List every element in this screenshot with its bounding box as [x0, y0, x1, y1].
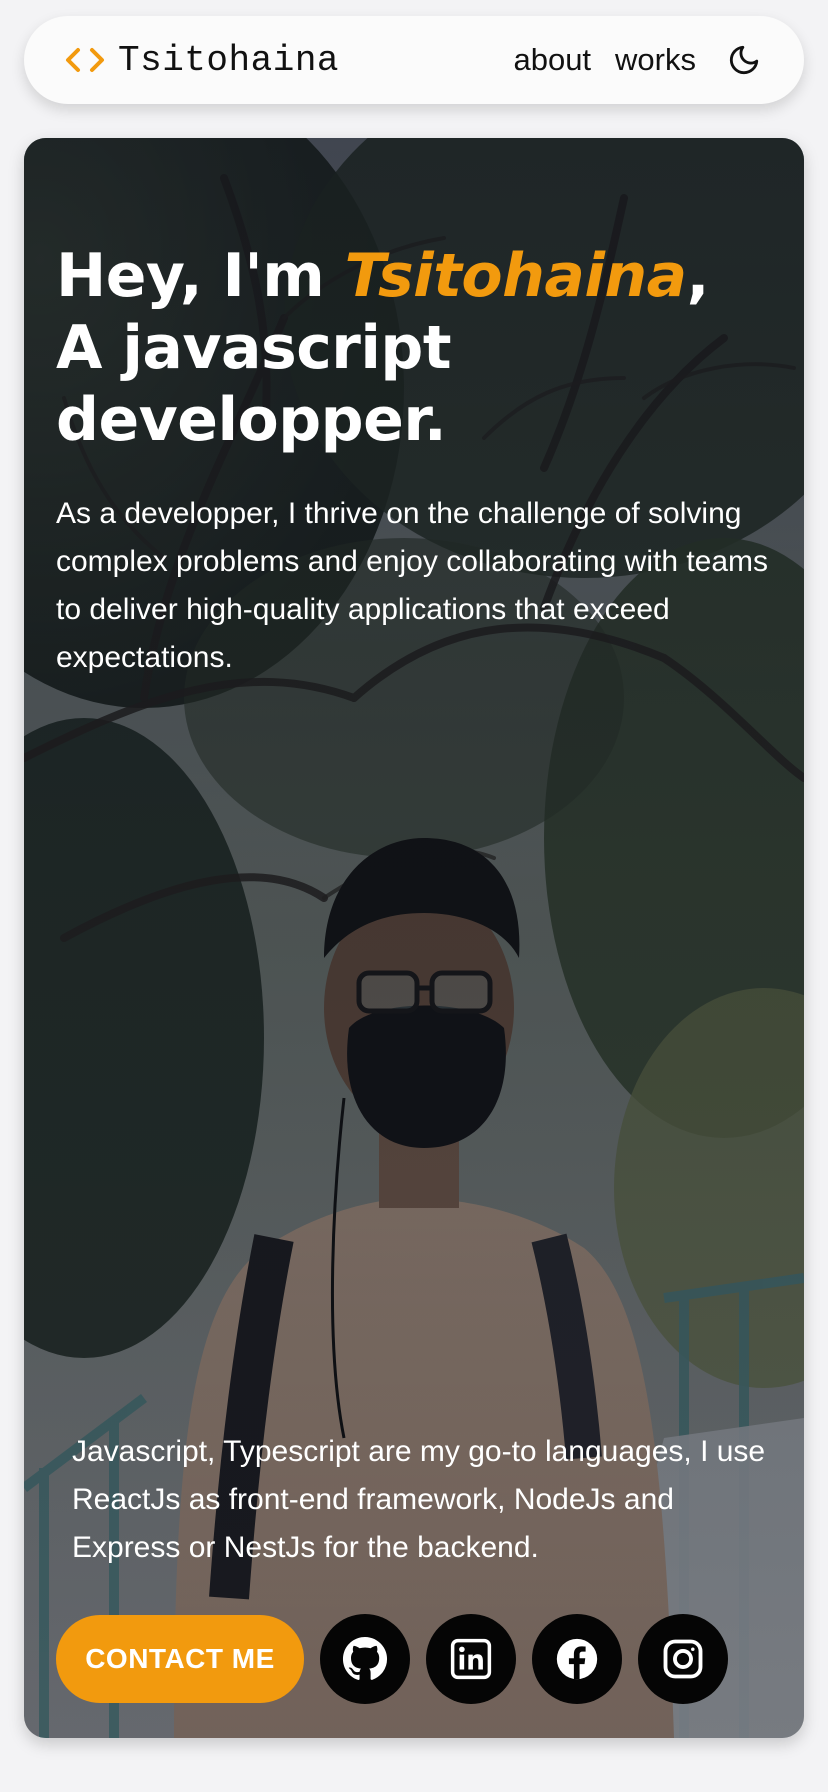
nav-links: about works — [513, 40, 764, 80]
headline-line-3: developper. — [56, 385, 447, 455]
contact-me-button[interactable]: CONTACT ME — [56, 1615, 304, 1703]
code-brackets-icon — [64, 45, 108, 75]
nav-link-about[interactable]: about — [513, 42, 591, 78]
headline-name: Tsitohaina — [344, 241, 687, 311]
moon-icon — [729, 45, 759, 75]
hero-headline: Hey, I'm Tsitohaina, A javascript develo… — [56, 240, 776, 456]
navbar: Tsitohaina about works — [24, 16, 804, 104]
hero-content: Hey, I'm Tsitohaina, A javascript develo… — [24, 138, 804, 1738]
github-icon — [342, 1636, 388, 1680]
hero-stack-text: Javascript, Typescript are my go-to lang… — [72, 1435, 766, 1564]
headline-greeting: Hey, I'm — [56, 241, 345, 311]
facebook-icon — [556, 1638, 598, 1680]
headline-line-2: A javascript — [56, 313, 452, 383]
instagram-button[interactable] — [638, 1614, 728, 1704]
facebook-button[interactable] — [532, 1614, 622, 1704]
hero-card: Hey, I'm Tsitohaina, A javascript develo… — [24, 138, 804, 1738]
hero-intro-text: As a developper, I thrive on the challen… — [56, 497, 769, 674]
headline-comma: , — [686, 241, 710, 311]
linkedin-icon — [450, 1638, 492, 1680]
nav-link-works[interactable]: works — [615, 42, 696, 78]
linkedin-button[interactable] — [426, 1614, 516, 1704]
theme-toggle-button[interactable] — [724, 40, 764, 80]
instagram-icon — [663, 1639, 703, 1679]
brand-name: Tsitohaina — [118, 39, 340, 81]
brand-link[interactable]: Tsitohaina — [64, 40, 339, 81]
github-button[interactable] — [320, 1614, 410, 1704]
cta-row: CONTACT ME — [56, 1614, 744, 1704]
